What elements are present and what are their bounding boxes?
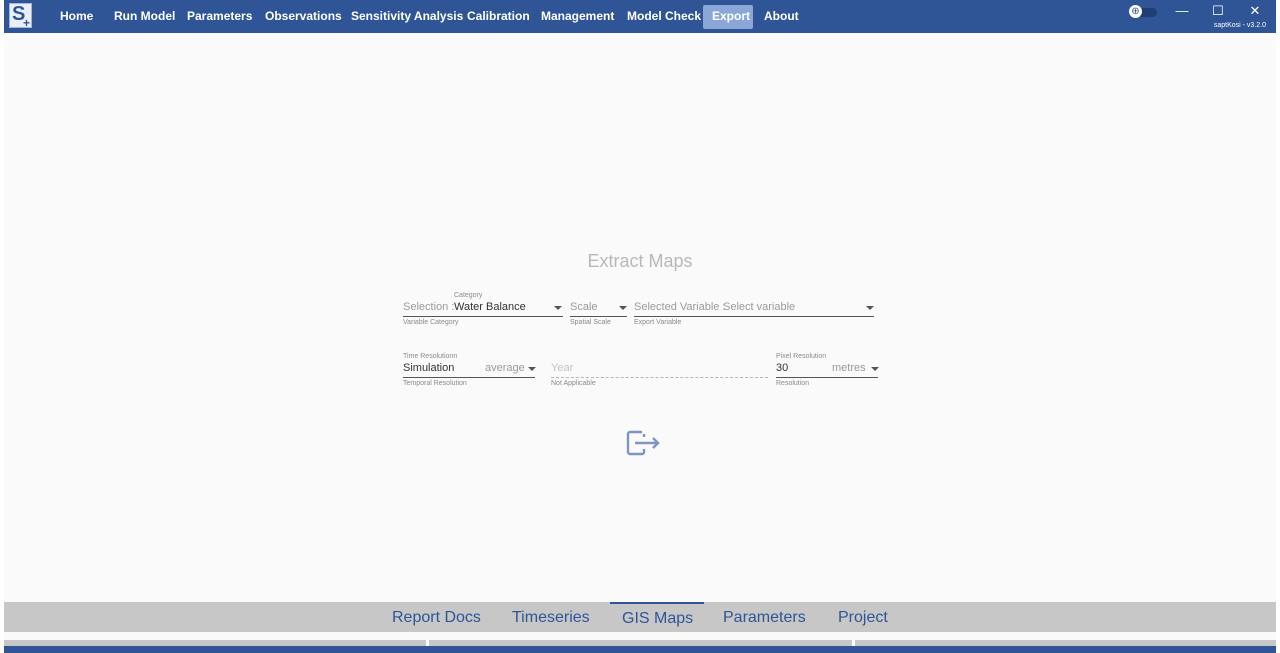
pixel-resolution-underline	[776, 377, 878, 378]
scale-helper: Spatial Scale	[570, 319, 611, 326]
variable-underline	[634, 316, 874, 317]
pixel-resolution-helper: Resolution	[776, 380, 810, 387]
time-resolution-chevron-down-icon	[528, 367, 536, 371]
bottom-tab-bar: Report Docs Timeseries GIS Maps Paramete…	[4, 602, 1276, 632]
time-resolution-value: Simulation	[403, 362, 455, 374]
pixel-unit-chevron-down-icon	[871, 367, 879, 371]
menu-parameters[interactable]: Parameters	[178, 5, 261, 29]
category-label: Category	[454, 292, 483, 299]
footer-bar	[4, 646, 1276, 653]
theme-toggle-icon: ⊕	[1129, 5, 1142, 18]
app-logo: S +	[9, 3, 32, 30]
pixel-resolution-value[interactable]: 30	[776, 362, 788, 374]
tab-report-docs[interactable]: Report Docs	[380, 602, 493, 632]
tab-gis-maps[interactable]: GIS Maps	[610, 602, 704, 632]
year-underline	[551, 377, 768, 378]
category-prefix: Selection :	[403, 301, 455, 313]
app-version: saptKosi - v3.2.0	[1213, 22, 1266, 29]
menu-model-check[interactable]: Model Check	[618, 5, 710, 29]
time-resolution-underline	[403, 377, 535, 378]
menu-observations[interactable]: Observations	[256, 5, 351, 29]
category-select[interactable]: Category Selection : Water Balance Varia…	[403, 291, 563, 331]
menu-about[interactable]: About	[755, 5, 808, 29]
tab-project[interactable]: Project	[826, 602, 900, 632]
variable-placeholder: Select variable	[723, 301, 796, 313]
theme-toggle[interactable]: ⊕	[1129, 5, 1159, 19]
variable-chevron-down-icon	[866, 306, 874, 310]
variable-prefix: Selected Variable :	[634, 301, 726, 313]
scale-select[interactable]: Scale Spatial Scale	[570, 291, 627, 331]
time-resolution-select[interactable]: Time Resolutionn Simulation average Temp…	[403, 352, 536, 392]
tab-timeseries[interactable]: Timeseries	[500, 602, 602, 632]
category-value: Water Balance	[454, 301, 526, 313]
pixel-resolution-label: Pixel Resolution	[776, 353, 827, 360]
pixel-resolution-field[interactable]: Pixel Resolution 30 metres Resolution	[776, 352, 879, 392]
close-button[interactable]: ✕	[1244, 2, 1266, 20]
scale-chevron-down-icon	[619, 306, 627, 310]
time-resolution-label: Time Resolutionn	[403, 353, 458, 360]
app-logo-plus: +	[22, 16, 30, 30]
year-helper: Not Applicable	[551, 380, 596, 387]
export-button[interactable]	[626, 429, 662, 457]
category-chevron-down-icon	[554, 306, 562, 310]
minimize-button[interactable]: —	[1171, 2, 1193, 20]
app-window: S + Home Run Model Parameters Observatio…	[4, 0, 1276, 653]
category-helper: Variable Category	[403, 319, 459, 326]
menu-export[interactable]: Export	[703, 5, 753, 29]
category-underline	[403, 316, 563, 317]
menu-management[interactable]: Management	[532, 5, 623, 29]
menu-calibration[interactable]: Calibration	[458, 5, 539, 29]
menu-sensitivity-analysis[interactable]: Sensitivity Analysis	[342, 5, 472, 29]
year-input: Year Not Applicable	[551, 352, 768, 392]
time-aggregate-value: average	[485, 362, 525, 374]
variable-select[interactable]: Selected Variable : Select variable Expo…	[634, 291, 874, 331]
menu-home[interactable]: Home	[51, 5, 102, 29]
top-menu-bar: S + Home Run Model Parameters Observatio…	[4, 0, 1276, 33]
scale-underline	[570, 316, 627, 317]
time-resolution-helper: Temporal Resolution	[403, 380, 467, 387]
maximize-button[interactable]: ☐	[1207, 2, 1229, 20]
variable-helper: Export Variable	[634, 319, 682, 326]
year-placeholder: Year	[551, 362, 574, 374]
scale-placeholder: Scale	[570, 301, 598, 313]
tab-parameters[interactable]: Parameters	[711, 602, 818, 632]
export-icon	[626, 430, 660, 456]
pixel-unit-value[interactable]: metres	[832, 362, 866, 374]
menu-run-model[interactable]: Run Model	[105, 5, 184, 29]
page-title: Extract Maps	[587, 251, 693, 271]
